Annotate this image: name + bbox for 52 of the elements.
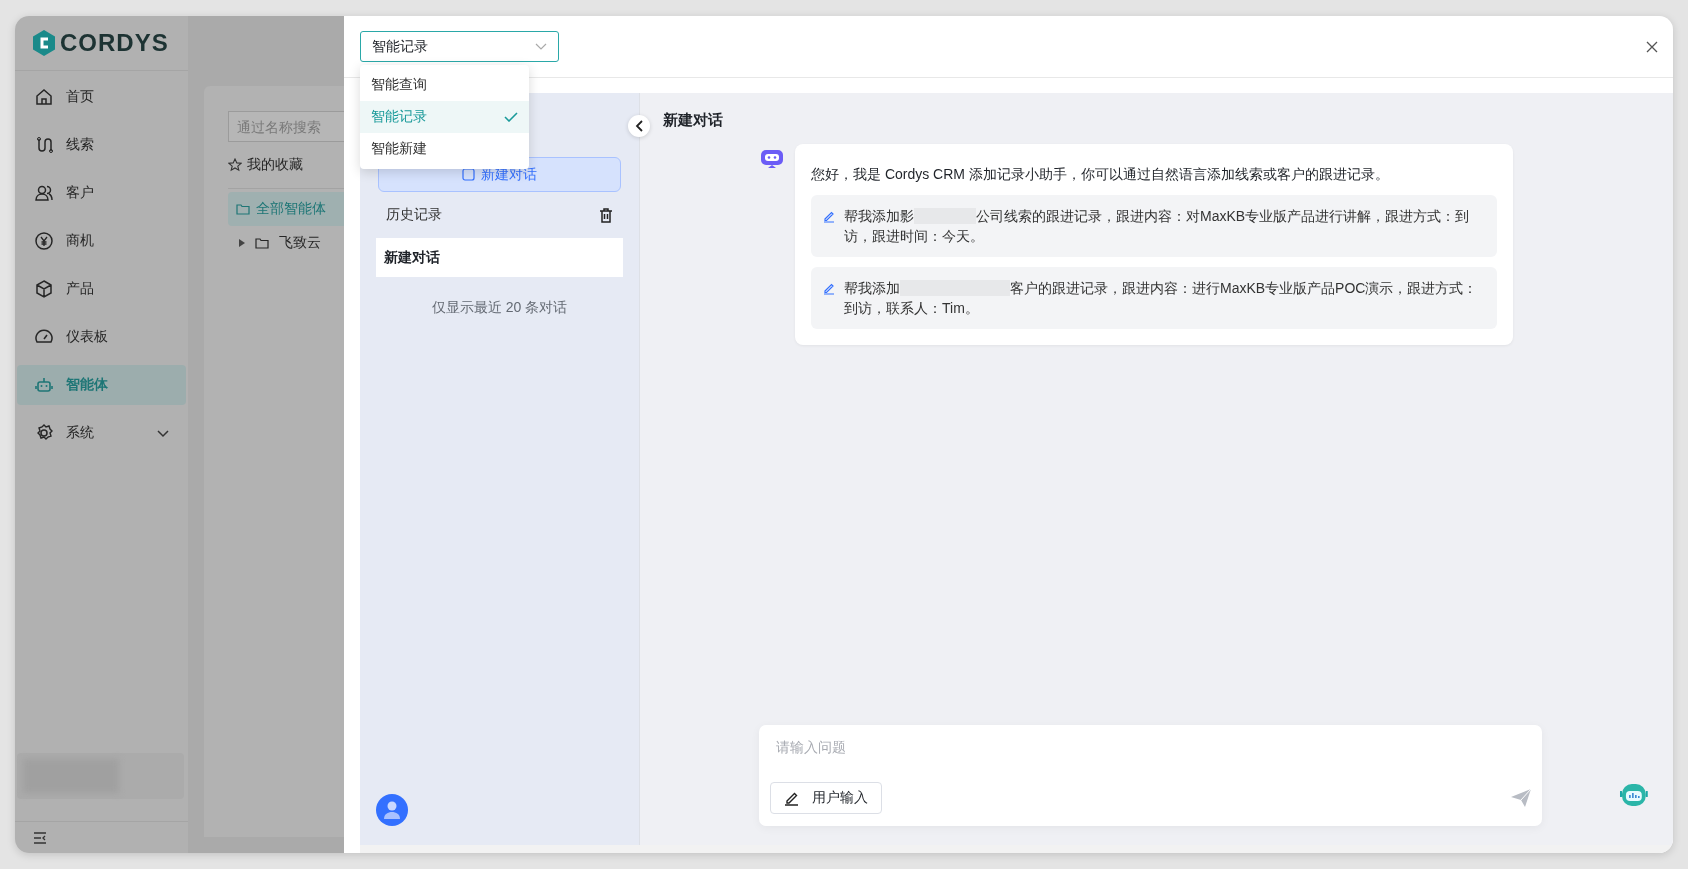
- yen-icon: [34, 231, 54, 251]
- collapse-panel-button[interactable]: [628, 115, 650, 137]
- home-icon: [34, 87, 54, 107]
- nav-item[interactable]: 系统: [17, 413, 186, 453]
- folder-icon: [236, 203, 250, 215]
- nav-item[interactable]: 客户: [17, 173, 186, 213]
- suggestion-text: 到访，联系人：Tim。: [844, 300, 979, 316]
- user-avatar-icon[interactable]: [376, 794, 408, 826]
- suggestion-text: 客户的跟进记录，跟进内容：进行MaxKB专业版产品POC演示，跟进方式：: [1010, 279, 1478, 298]
- robot-icon: [760, 148, 784, 170]
- pencil-icon: [823, 282, 835, 295]
- people-icon: [34, 183, 54, 203]
- logo-text: CORDYS: [60, 29, 169, 57]
- favorites-item[interactable]: 我的收藏: [228, 142, 344, 188]
- suggestion-card[interactable]: 帮我添加 客户的跟进记录，跟进内容：进行MaxKB专业版产品POC演示，跟进方式： 到访，联系人：Tim。: [811, 267, 1497, 329]
- close-icon[interactable]: [1646, 40, 1658, 53]
- route-icon: [34, 135, 54, 155]
- nav-item[interactable]: 首页: [17, 77, 186, 117]
- chat-title: 新建对话: [663, 111, 724, 130]
- robot-icon[interactable]: [1619, 782, 1649, 808]
- nav-item[interactable]: 产品: [17, 269, 186, 309]
- suggestion-text: 访，跟进时间：今天。: [844, 228, 984, 244]
- nav-item[interactable]: 线索: [17, 125, 186, 165]
- caret-icon: [239, 239, 245, 247]
- check-icon: [504, 112, 518, 122]
- logo-icon: [31, 29, 57, 57]
- greeting-text: 您好，我是 Cordys CRM 添加记录小助手，你可以通过自然语言添加线索或客户的跟进记录。: [811, 165, 1390, 184]
- trash-icon[interactable]: [599, 207, 613, 223]
- pencil-icon: [784, 790, 800, 806]
- suggestion-card[interactable]: 帮我添加影 公司线索的跟进记录，跟进内容：对MaxKB专业版产品进行讲解，跟进方式：到 访，跟进时间：今天。: [811, 195, 1497, 257]
- nav-item[interactable]: 仪表板: [17, 317, 186, 357]
- cube-icon: [34, 279, 54, 299]
- question-input[interactable]: 请输入问题 用户输入: [759, 725, 1543, 826]
- chevron-left-icon: [635, 120, 643, 132]
- suggestion-text: 帮我添加: [844, 279, 900, 298]
- history-item[interactable]: 新建对话: [376, 238, 623, 277]
- history-note: 仅显示最近 20 条对话: [430, 299, 569, 317]
- agent-select[interactable]: 智能记录: [360, 31, 559, 62]
- user-input-button[interactable]: 用户输入: [770, 782, 882, 814]
- folder-icon: [255, 237, 269, 249]
- search-field[interactable]: 通过名称搜索: [228, 111, 344, 142]
- dropdown-option[interactable]: 智能查询: [360, 69, 529, 101]
- suggestion-text: 公司线索的跟进记录，跟进内容：对MaxKB专业版产品进行讲解，跟进方式：到: [976, 207, 1470, 226]
- history-title: 历史记录: [386, 206, 442, 224]
- pencil-icon: [823, 210, 835, 223]
- collapse-menu-icon[interactable]: [33, 831, 47, 844]
- folder-item[interactable]: 飞致云: [228, 226, 344, 260]
- suggestion-text: 帮我添加影: [844, 207, 914, 226]
- star-icon: [228, 158, 242, 172]
- nav-item[interactable]: 商机: [17, 221, 186, 261]
- robot-icon: [34, 375, 54, 395]
- chevron-down-icon: [535, 42, 547, 51]
